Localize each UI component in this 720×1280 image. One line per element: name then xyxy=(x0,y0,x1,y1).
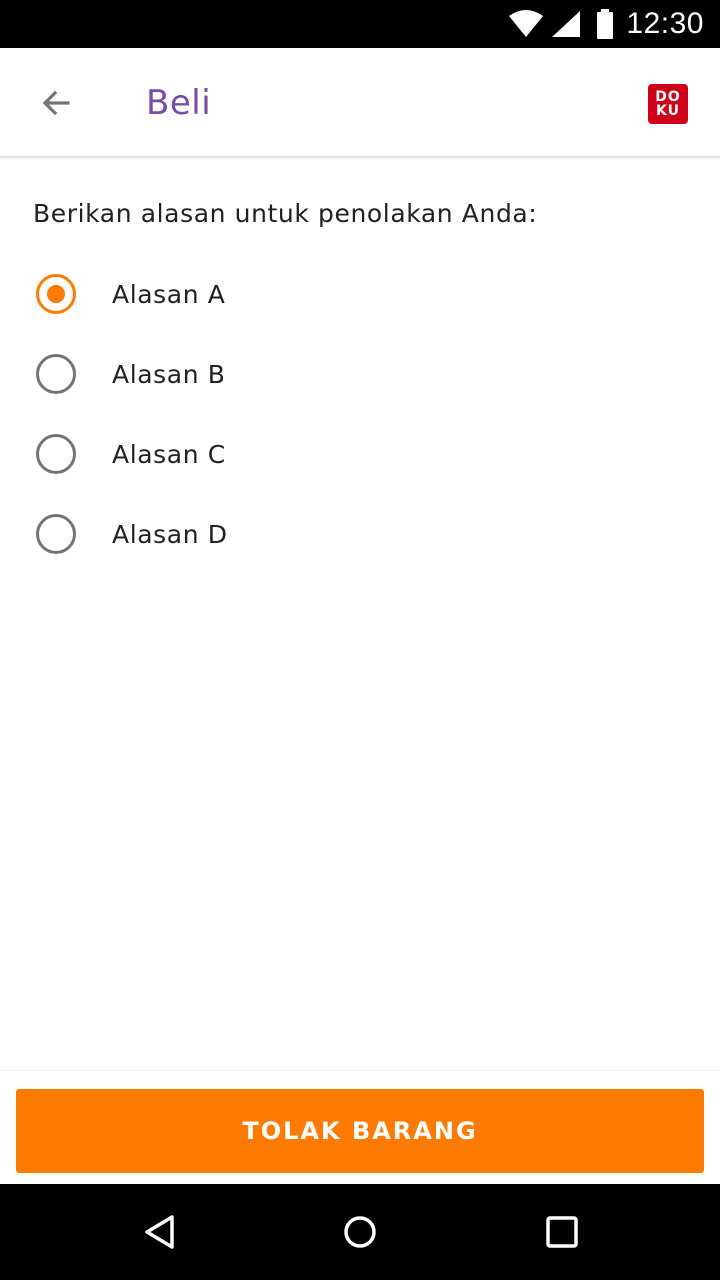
nav-recents-icon xyxy=(546,1216,578,1248)
battery-icon xyxy=(597,9,614,39)
option-label: Alasan C xyxy=(112,440,226,469)
logo-text-bottom: KU xyxy=(656,103,680,119)
page-title: Beli xyxy=(146,83,212,123)
nav-recents-button[interactable] xyxy=(538,1208,586,1256)
wifi-icon xyxy=(509,10,544,37)
nav-home-icon xyxy=(344,1216,376,1248)
status-bar: 12:30 xyxy=(0,0,720,48)
reason-option-d[interactable]: Alasan D xyxy=(0,494,720,574)
radio-button[interactable] xyxy=(36,514,76,554)
doku-logo: DO KU xyxy=(648,84,688,124)
status-time: 12:30 xyxy=(626,7,704,40)
signal-icon xyxy=(552,11,581,37)
radio-button[interactable] xyxy=(36,354,76,394)
reason-option-c[interactable]: Alasan C xyxy=(0,414,720,494)
option-label: Alasan B xyxy=(112,360,226,389)
back-button[interactable] xyxy=(26,73,86,133)
reason-option-b[interactable]: Alasan B xyxy=(0,334,720,414)
reject-item-button[interactable]: TOLAK BARANG xyxy=(16,1089,704,1173)
nav-back-icon xyxy=(145,1215,174,1249)
nav-back-button[interactable] xyxy=(136,1208,184,1256)
logo-text-top: DO xyxy=(655,89,681,105)
reason-option-a[interactable]: Alasan A xyxy=(0,254,720,334)
app-bar: Beli DO KU xyxy=(0,48,720,158)
option-label: Alasan D xyxy=(112,520,228,549)
radio-dot xyxy=(47,285,65,303)
status-icons: 12:30 xyxy=(508,0,704,48)
system-nav-bar xyxy=(0,1184,720,1280)
arrow-left-icon xyxy=(42,90,70,116)
radio-button[interactable] xyxy=(36,434,76,474)
bottom-action-area: TOLAK BARANG xyxy=(0,1070,720,1184)
option-label: Alasan A xyxy=(112,280,226,309)
reason-prompt: Berikan alasan untuk penolakan Anda: xyxy=(33,199,538,228)
radio-button-checked[interactable] xyxy=(36,274,76,314)
nav-home-button[interactable] xyxy=(336,1208,384,1256)
reason-options: Alasan A Alasan B Alasan C Alasan D xyxy=(0,254,720,574)
